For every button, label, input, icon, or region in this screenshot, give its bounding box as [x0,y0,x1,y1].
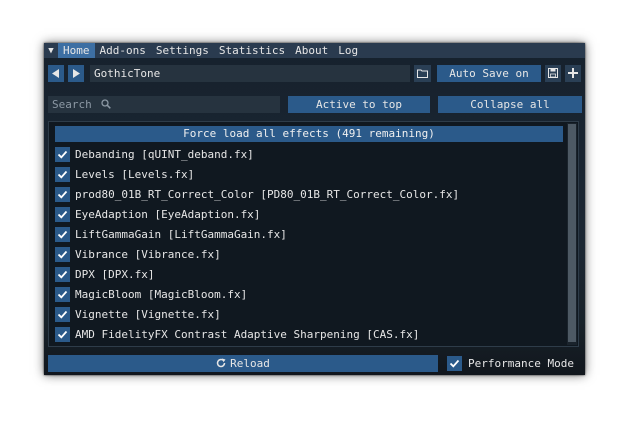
menu-settings[interactable]: Settings [151,43,214,58]
effect-item[interactable]: prod80_01B_RT_Correct_Color [PD80_01B_RT… [55,186,459,203]
save-preset-button[interactable] [545,65,561,82]
effect-item[interactable]: Vignette [Vignette.fx] [55,306,221,323]
effect-item[interactable]: MagicBloom [MagicBloom.fx] [55,286,247,303]
menu-add-ons[interactable]: Add-ons [95,43,151,58]
collapse-all-button[interactable]: Collapse all [438,96,582,113]
effect-checkbox[interactable] [55,187,70,202]
effect-checkbox[interactable] [55,167,70,182]
auto-save-button[interactable]: Auto Save on [437,65,541,82]
search-placeholder: Search [52,98,92,111]
reload-icon [216,358,226,368]
effect-item[interactable]: Debanding [qUINT_deband.fx] [55,146,254,163]
menu-bar: ▼ Home Add-ons Settings Statistics About… [44,43,585,58]
effect-checkbox[interactable] [55,307,70,322]
plus-icon [568,68,578,78]
add-preset-button[interactable] [565,65,581,82]
menu-home[interactable]: Home [58,43,95,58]
effects-scrollbar[interactable] [567,123,577,345]
active-to-top-button[interactable]: Active to top [288,96,430,113]
effect-label: Levels [Levels.fx] [75,168,195,181]
effect-label: Vibrance [Vibrance.fx] [75,248,221,261]
menu-statistics[interactable]: Statistics [214,43,290,58]
force-load-button[interactable]: Force load all effects (491 remaining) [55,126,563,142]
reload-button[interactable]: Reload [48,355,438,372]
next-preset-button[interactable] [68,65,84,82]
arrow-left-icon [52,68,59,78]
effect-label: AMD FidelityFX Contrast Adaptive Sharpen… [75,328,420,341]
performance-mode-label: Performance Mode [468,357,574,370]
previous-preset-button[interactable] [48,65,64,82]
effect-checkbox[interactable] [55,327,70,342]
effect-label: prod80_01B_RT_Correct_Color [PD80_01B_RT… [75,188,460,201]
effect-label: MagicBloom [MagicBloom.fx] [75,288,248,301]
effect-item[interactable]: Levels [Levels.fx] [55,166,194,183]
checkmark-icon [57,290,68,299]
performance-mode-checkbox[interactable] [447,356,462,371]
search-row: Search Active to top Collapse all [48,96,585,113]
checkmark-icon [57,250,68,259]
folder-icon [417,69,428,78]
checkmark-icon [57,310,68,319]
checkmark-icon [57,190,68,199]
effect-checkbox[interactable] [55,287,70,302]
footer-row: Reload Performance Mode [48,355,581,372]
effect-checkbox[interactable] [55,247,70,262]
scrollbar-thumb[interactable] [568,124,576,342]
effect-label: EyeAdaption [EyeAdaption.fx] [75,208,261,221]
checkmark-icon [57,230,68,239]
effect-checkbox[interactable] [55,207,70,222]
checkmark-icon [57,170,68,179]
effect-item[interactable]: EyeAdaption [EyeAdaption.fx] [55,206,260,223]
checkmark-icon [449,359,460,368]
effect-label: LiftGammaGain [LiftGammaGain.fx] [75,228,287,241]
effect-item[interactable]: Vibrance [Vibrance.fx] [55,246,221,263]
effect-checkbox[interactable] [55,147,70,162]
menu-log[interactable]: Log [333,43,363,58]
effect-checkbox[interactable] [55,227,70,242]
effect-label: Vignette [Vignette.fx] [75,308,221,321]
search-icon [101,99,112,109]
menu-about[interactable]: About [290,43,333,58]
reload-label: Reload [230,357,270,370]
effect-item[interactable]: AMD FidelityFX Contrast Adaptive Sharpen… [55,326,419,343]
browse-preset-button[interactable] [414,65,431,82]
preset-row: GothicTone Auto Save on [48,65,581,82]
checkmark-icon [57,270,68,279]
save-icon [548,68,558,78]
checkmark-icon [57,150,68,159]
checkmark-icon [57,330,68,339]
arrow-right-icon [73,68,80,78]
collapse-window-icon[interactable]: ▼ [44,43,58,58]
preset-name-field[interactable]: GothicTone [90,65,410,82]
effect-item[interactable]: DPX [DPX.fx] [55,266,154,283]
effect-label: DPX [DPX.fx] [75,268,155,281]
reshade-overlay-window: ▼ Home Add-ons Settings Statistics About… [44,43,585,375]
effect-label: Debanding [qUINT_deband.fx] [75,148,254,161]
checkmark-icon [57,210,68,219]
effects-list: Force load all effects (491 remaining) D… [48,121,579,347]
effect-checkbox[interactable] [55,267,70,282]
search-input[interactable]: Search [48,96,280,113]
effect-item[interactable]: LiftGammaGain [LiftGammaGain.fx] [55,226,287,243]
